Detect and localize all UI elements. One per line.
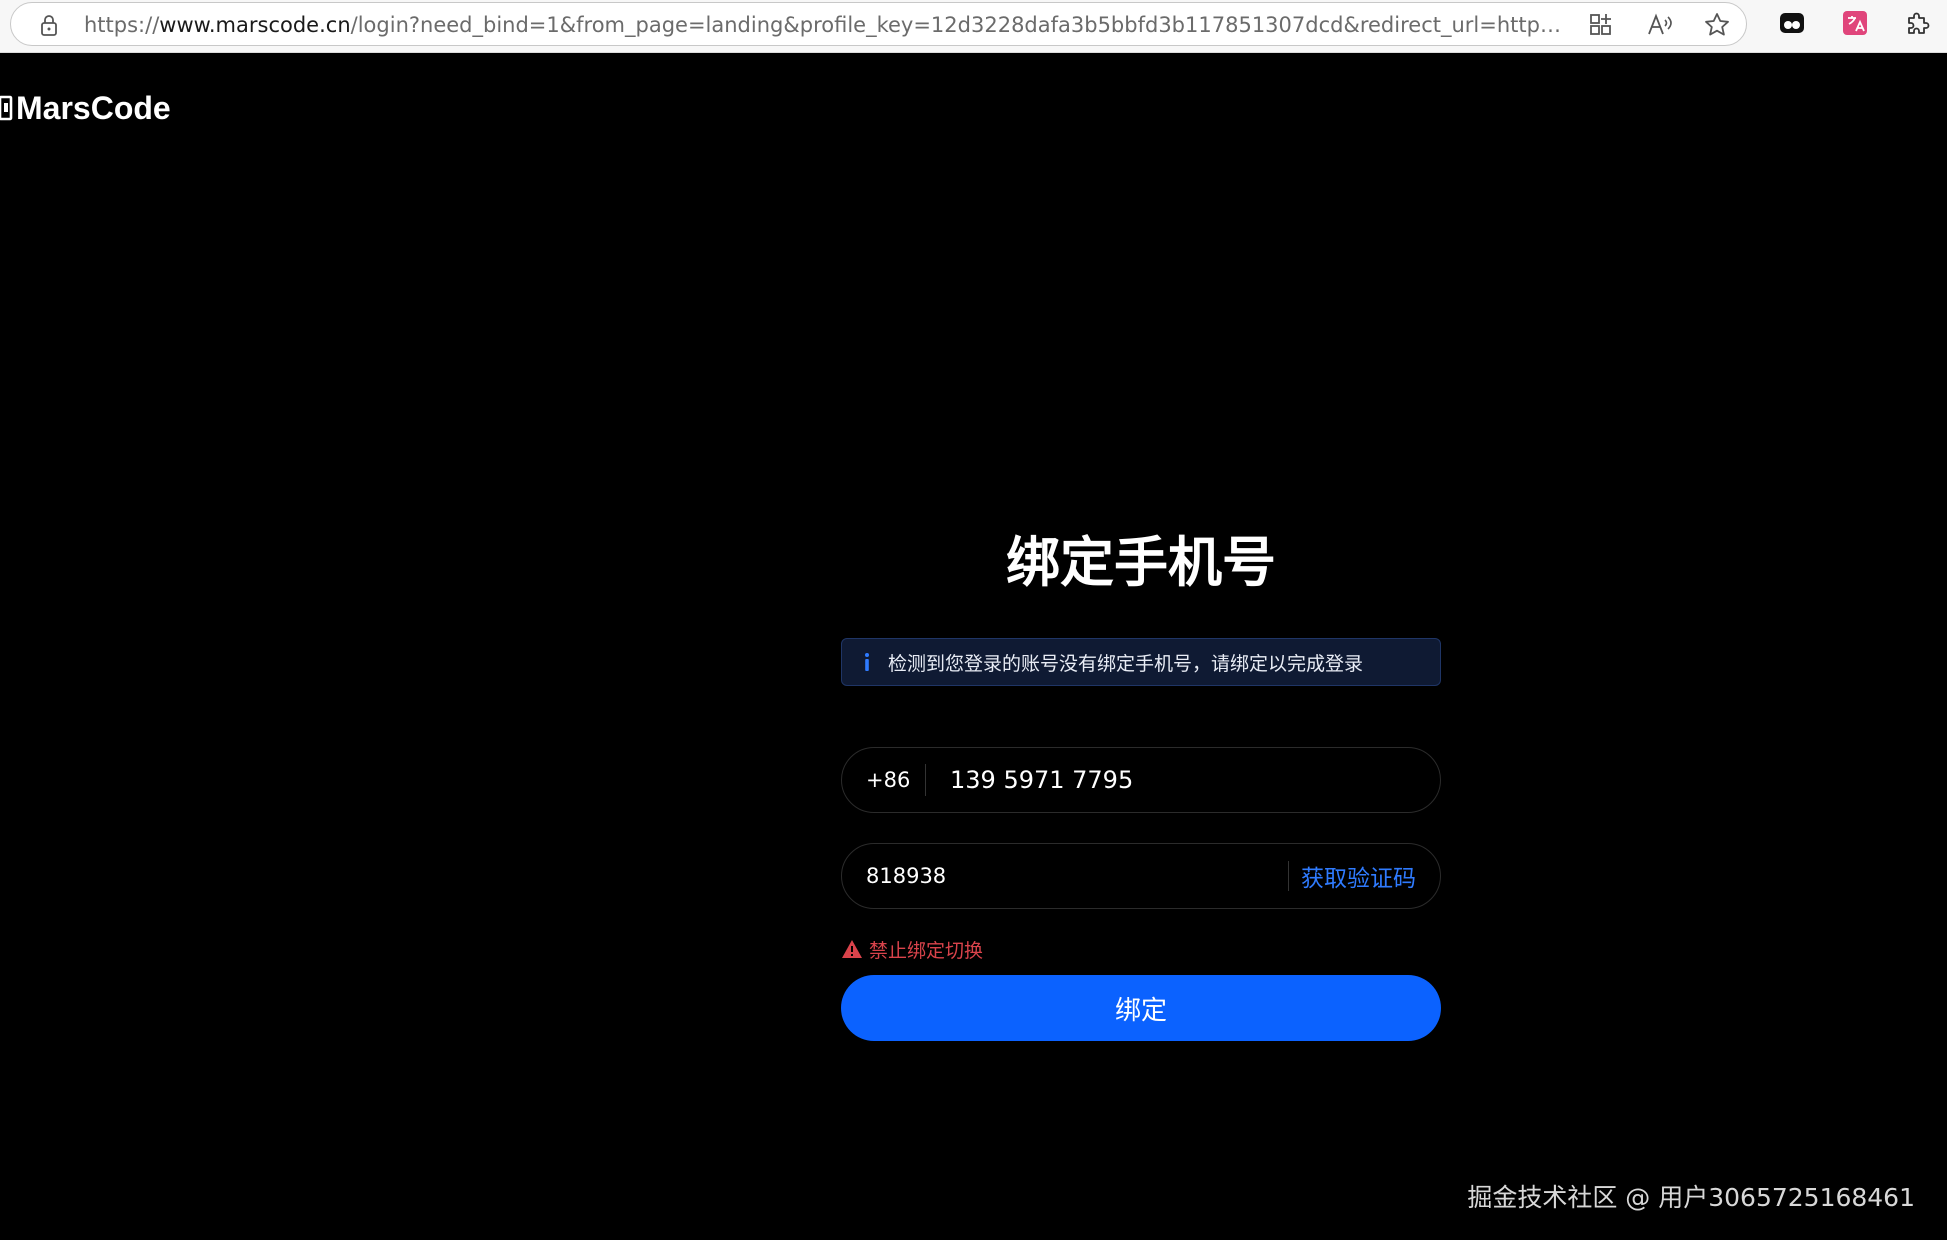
info-icon bbox=[865, 653, 869, 671]
logo-text: MarsCode bbox=[16, 89, 171, 126]
phone-field: +86 bbox=[841, 747, 1441, 813]
notice-text: 检测到您登录的账号没有绑定手机号，请绑定以完成登录 bbox=[888, 652, 1364, 675]
translate-extension-icon[interactable] bbox=[1840, 8, 1870, 38]
verification-code-input[interactable] bbox=[842, 864, 1288, 888]
favorite-star-icon[interactable] bbox=[1702, 10, 1732, 40]
error-text: 禁止绑定切换 bbox=[869, 939, 984, 962]
address-bar[interactable]: https://www.marscode.cn/login?need_bind=… bbox=[10, 2, 1747, 46]
login-page: MarsCode 绑定手机号 检测到您登录的账号没有绑定手机号，请绑定以完成登录… bbox=[0, 53, 1947, 1240]
app-grid-icon[interactable] bbox=[1586, 10, 1616, 40]
info-notice: 检测到您登录的账号没有绑定手机号，请绑定以完成登录 bbox=[841, 638, 1441, 686]
read-aloud-icon[interactable] bbox=[1644, 10, 1674, 40]
warning-icon bbox=[842, 940, 862, 958]
country-code-select[interactable]: +86 bbox=[842, 764, 926, 796]
watermark: 掘金技术社区 @ 用户3065725168461 bbox=[1467, 1183, 1915, 1212]
marscode-logo-icon bbox=[0, 95, 13, 121]
browser-toolbar: https://www.marscode.cn/login?need_bind=… bbox=[0, 0, 1947, 53]
lock-icon[interactable] bbox=[39, 14, 59, 36]
bind-submit-button[interactable]: 绑定 bbox=[841, 975, 1441, 1041]
page-title: 绑定手机号 bbox=[1006, 531, 1276, 594]
error-message: 禁止绑定切换 bbox=[841, 935, 983, 963]
get-code-button[interactable]: 获取验证码 bbox=[1289, 859, 1440, 893]
verification-code-field: 获取验证码 bbox=[841, 843, 1441, 909]
extensions-puzzle-icon[interactable] bbox=[1903, 8, 1933, 38]
marscode-logo[interactable]: MarsCode bbox=[0, 88, 171, 128]
extension-tab-icon[interactable] bbox=[1777, 8, 1807, 38]
url-text[interactable]: https://www.marscode.cn/login?need_bind=… bbox=[84, 13, 1564, 37]
phone-input[interactable] bbox=[926, 766, 1440, 794]
